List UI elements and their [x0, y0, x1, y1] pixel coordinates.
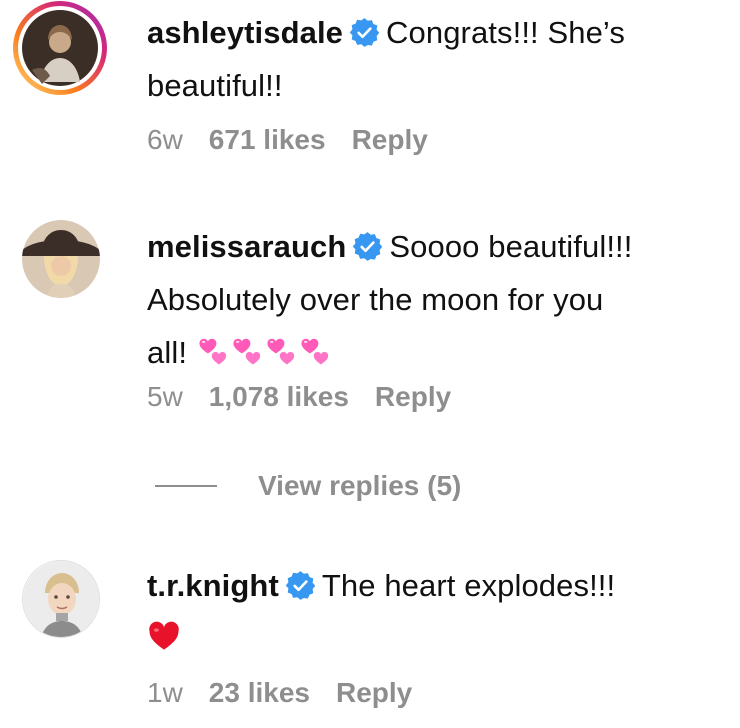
- comment-text-line: Soooo beautiful!!!: [389, 229, 633, 264]
- comment-text-line: all!: [147, 335, 188, 370]
- likes-count[interactable]: 23 likes: [209, 677, 310, 708]
- avatar[interactable]: [22, 220, 100, 298]
- timestamp[interactable]: 6w: [147, 124, 183, 155]
- comment-trknight: t.r.knight The heart explodes!!! 1w 23 lik…: [0, 558, 740, 728]
- view-replies-label: View replies (5): [258, 470, 462, 501]
- comment-text-line: The heart explodes!!!: [321, 568, 616, 603]
- reply-button[interactable]: Reply: [352, 124, 428, 155]
- comment-meta: 6w 671 likes Reply: [147, 124, 454, 156]
- likes-count[interactable]: 1,078 likes: [209, 381, 349, 412]
- comment-text: ashleytisdale Congrats!!! She’s beautiful…: [147, 6, 727, 112]
- comment-meta: 5w 1,078 likes Reply: [147, 381, 477, 413]
- username[interactable]: t.r.knight: [147, 568, 279, 603]
- comment-text-line: Absolutely over the moon for you: [147, 282, 604, 317]
- verified-badge-icon: [349, 17, 380, 48]
- username[interactable]: ashleytisdale: [147, 15, 343, 50]
- username[interactable]: melissarauch: [147, 229, 346, 264]
- timestamp[interactable]: 1w: [147, 677, 183, 708]
- two-hearts-icon: [230, 330, 264, 383]
- two-hearts-icon: [264, 330, 298, 383]
- avatar[interactable]: [22, 560, 100, 638]
- two-hearts-icon: [298, 330, 332, 383]
- verified-badge-icon: [352, 231, 383, 262]
- comment-text: t.r.knight The heart explodes!!!: [147, 559, 727, 669]
- likes-count[interactable]: 671 likes: [209, 124, 326, 155]
- divider-line: [155, 485, 217, 487]
- view-replies-button[interactable]: View replies (5): [155, 468, 461, 504]
- timestamp[interactable]: 5w: [147, 381, 183, 412]
- comment-text-line: beautiful!!: [147, 68, 283, 103]
- comment-text: melissarauch Soooo beautiful!!! Absolutel…: [147, 220, 727, 383]
- comment-text-line: Congrats!!! She’s: [386, 15, 625, 50]
- reply-button[interactable]: Reply: [336, 677, 412, 708]
- reply-button[interactable]: Reply: [375, 381, 451, 412]
- comment-ashleytisdale: ashleytisdale Congrats!!! She’s beautiful…: [0, 0, 740, 180]
- red-heart-icon: [147, 616, 181, 669]
- avatar[interactable]: [12, 0, 108, 96]
- two-hearts-icon: [196, 330, 230, 383]
- comment-melissarauch: melissarauch Soooo beautiful!!! Absolutel…: [0, 210, 740, 440]
- verified-badge-icon: [285, 570, 316, 601]
- comment-meta: 1w 23 likes Reply: [147, 677, 438, 709]
